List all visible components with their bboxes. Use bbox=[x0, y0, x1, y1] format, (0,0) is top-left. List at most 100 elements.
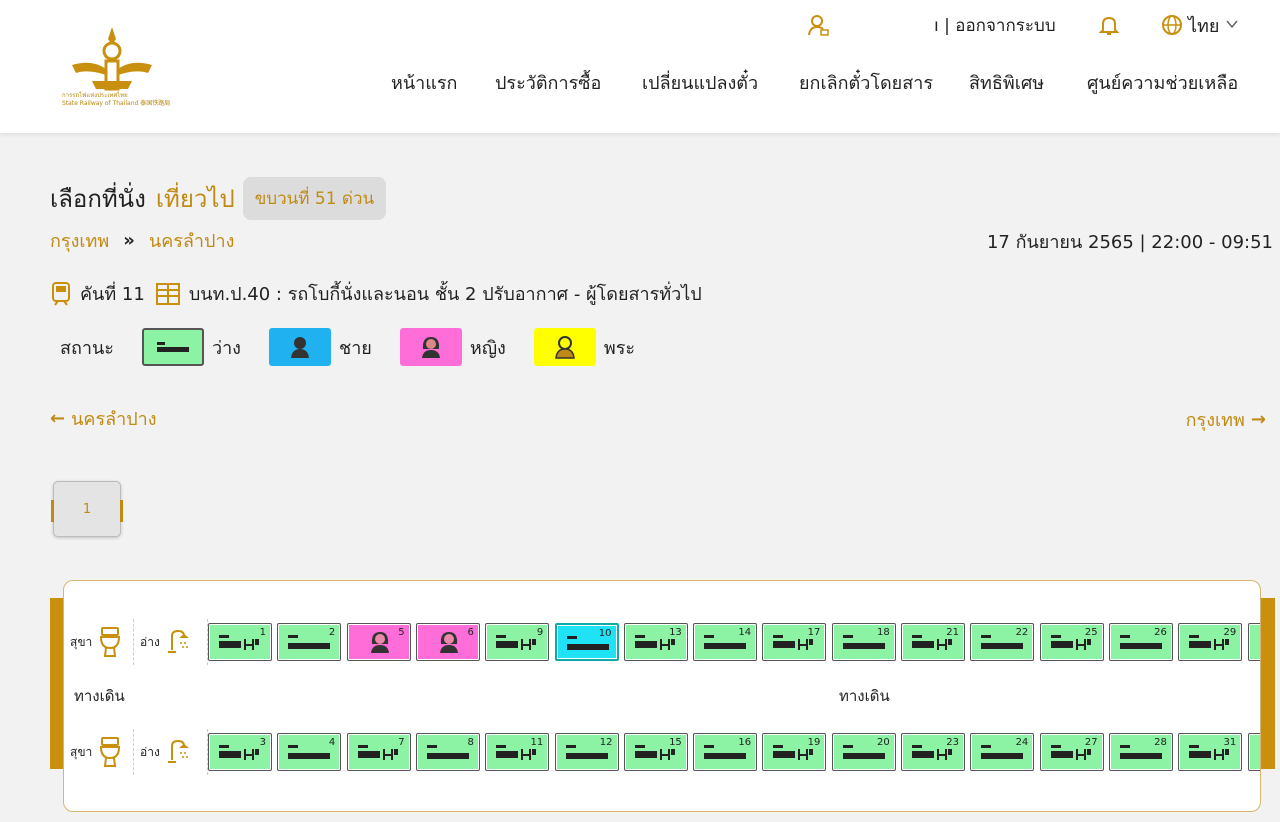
seat-number: 25 bbox=[1084, 627, 1098, 638]
legend-female-swatch bbox=[399, 328, 462, 366]
seat-1[interactable]: 1 bbox=[208, 623, 272, 661]
seat-number: 8 bbox=[467, 737, 474, 748]
arrow-right-icon: → bbox=[1250, 409, 1266, 430]
seat-15[interactable]: 15 bbox=[623, 733, 688, 771]
toilet-area: สุขา bbox=[64, 619, 134, 665]
upper-berth-icon bbox=[288, 745, 331, 759]
car-info: คันที่ 11 บนท.ป.40 : รถโบกี้นั่งและนอน ช… bbox=[50, 279, 702, 308]
seat-26[interactable]: 26 bbox=[1108, 623, 1173, 661]
legend-male-swatch bbox=[268, 328, 331, 366]
seat-20[interactable]: 20 bbox=[831, 733, 896, 771]
seat-number: 14 bbox=[738, 627, 752, 638]
seat-21[interactable]: 21 bbox=[901, 623, 965, 661]
nav-change-ticket[interactable]: เปลี่ยนแปลงตั๋ว bbox=[642, 68, 758, 97]
coach-icon bbox=[155, 282, 180, 305]
coach-page-button[interactable]: 1 bbox=[51, 481, 123, 537]
seat-27[interactable]: 27 bbox=[1039, 733, 1104, 771]
seat-number: 3 bbox=[259, 737, 266, 748]
seat-31[interactable]: 31 bbox=[1178, 733, 1243, 771]
globe-icon[interactable] bbox=[1160, 13, 1184, 37]
toilet-icon bbox=[100, 737, 121, 767]
seat-number: 21 bbox=[946, 627, 959, 638]
nav-purchase-history[interactable]: ประวัติการซื้อ bbox=[495, 68, 601, 97]
language-selector[interactable]: ไทย bbox=[1188, 11, 1219, 40]
seat-11[interactable]: 11 bbox=[485, 733, 550, 771]
direction-right-link[interactable]: กรุงเทพ → bbox=[1186, 405, 1266, 434]
seat-number: 29 bbox=[1223, 627, 1237, 638]
seat-19[interactable]: 19 bbox=[762, 733, 827, 771]
page-title: เลือกที่นั่ง เที่ยวไป ขบวนที่ 51 ด่วน bbox=[50, 176, 387, 220]
seat-12[interactable]: 12 bbox=[554, 733, 619, 771]
seat-number: 9 bbox=[536, 627, 544, 638]
female-passenger-icon bbox=[421, 337, 440, 358]
lower-berth-icon bbox=[357, 745, 398, 760]
nav-cancel-ticket[interactable]: ยกเลิกตั๋วโดยสาร bbox=[799, 68, 933, 97]
account-bar: ı | ออกจากระบบ ไทย bbox=[0, 10, 1280, 40]
logout-link[interactable]: ı | ออกจากระบบ bbox=[934, 12, 1056, 39]
seat-28[interactable]: 28 bbox=[1108, 733, 1173, 771]
seat-number: 18 bbox=[876, 627, 890, 638]
seat-number: 16 bbox=[738, 737, 752, 748]
seat-number: 13 bbox=[669, 627, 682, 638]
seat-number: 23 bbox=[946, 737, 959, 748]
site-header: การรถไฟแห่งประเทศไทย State Railway of Th… bbox=[0, 0, 1280, 133]
seat-29[interactable]: 29 bbox=[1178, 623, 1243, 661]
seat-22[interactable]: 22 bbox=[970, 623, 1035, 661]
user-icon[interactable] bbox=[806, 13, 830, 37]
seat-partial-bottom[interactable] bbox=[1247, 733, 1260, 771]
seat-16[interactable]: 16 bbox=[693, 733, 758, 771]
main-nav: หน้าแรก ประวัติการซื้อ เปลี่ยนแปลงตั๋ว ย… bbox=[0, 68, 1280, 98]
seat-24[interactable]: 24 bbox=[970, 733, 1035, 771]
shower-icon bbox=[167, 739, 189, 763]
seat-10[interactable]: 10 bbox=[554, 623, 619, 661]
seat-number: 10 bbox=[598, 628, 612, 639]
seat-number: 7 bbox=[398, 737, 405, 748]
seat-7[interactable]: 7 bbox=[346, 733, 411, 771]
aisle-label-left: ทางเดิน bbox=[74, 687, 125, 705]
seat-number: 19 bbox=[807, 737, 821, 748]
nav-home[interactable]: หน้าแรก bbox=[391, 68, 457, 97]
seat-number: 17 bbox=[807, 627, 821, 638]
seat-8[interactable]: 8 bbox=[415, 733, 480, 771]
trip-datetime: 17 กันยายน 2565 | 22:00 - 09:51 bbox=[986, 232, 1273, 253]
seat-number: 24 bbox=[1015, 737, 1029, 748]
nav-help-center[interactable]: ศูนย์ความช่วยเหลือ bbox=[1087, 68, 1238, 97]
seat-3[interactable]: 3 bbox=[208, 733, 272, 771]
seat-25[interactable]: 25 bbox=[1039, 623, 1104, 661]
direction-left-link[interactable]: ← นครลำปาง bbox=[50, 404, 157, 433]
seat-5[interactable]: 5 bbox=[346, 623, 411, 661]
nav-privileges[interactable]: สิทธิพิเศษ bbox=[969, 68, 1044, 97]
seat-4[interactable]: 4 bbox=[277, 733, 342, 771]
seat-18[interactable]: 18 bbox=[831, 623, 896, 661]
seat-number: 11 bbox=[530, 737, 544, 748]
seat-23[interactable]: 23 bbox=[901, 733, 965, 771]
male-passenger-icon bbox=[290, 337, 309, 358]
seat-2[interactable]: 2 bbox=[277, 623, 342, 661]
chevron-down-icon[interactable] bbox=[1224, 16, 1240, 32]
bed-icon bbox=[156, 342, 189, 352]
seat-number: 12 bbox=[599, 737, 613, 748]
seat-14[interactable]: 14 bbox=[693, 623, 758, 661]
train-badge: ขบวนที่ 51 ด่วน bbox=[242, 176, 387, 220]
seat-number: 31 bbox=[1223, 737, 1237, 748]
arrow-left-icon: ← bbox=[50, 408, 66, 429]
seat-row-lower: สุขา อ่าง 3 4 7 8 11 12 15 16 19 20 23 24 27 28 31 bbox=[64, 729, 1260, 775]
sink-area: อ่าง bbox=[134, 619, 208, 665]
seat-number: 6 bbox=[467, 627, 474, 638]
shower-icon bbox=[167, 629, 189, 653]
seat-partial-top[interactable] bbox=[1247, 623, 1260, 661]
seat-9[interactable]: 9 bbox=[485, 623, 550, 661]
female-passenger-icon bbox=[439, 632, 458, 653]
seat-number: 15 bbox=[669, 737, 682, 748]
toilet-area: สุขา bbox=[64, 729, 134, 775]
seat-number: 20 bbox=[876, 737, 890, 748]
bell-icon[interactable] bbox=[1097, 13, 1121, 37]
lower-berth-icon bbox=[496, 635, 537, 650]
coach-end-right bbox=[1261, 598, 1275, 769]
seat-17[interactable]: 17 bbox=[762, 623, 827, 661]
coach-seat-map: สุขา อ่าง 1 2 5 6 9 10 13 14 17 18 21 22 25 26 29 ทางเ… bbox=[63, 580, 1261, 812]
seat-number: 4 bbox=[328, 737, 336, 748]
seat-13[interactable]: 13 bbox=[623, 623, 688, 661]
seat-6[interactable]: 6 bbox=[415, 623, 480, 661]
seat-number: 1 bbox=[259, 627, 266, 638]
